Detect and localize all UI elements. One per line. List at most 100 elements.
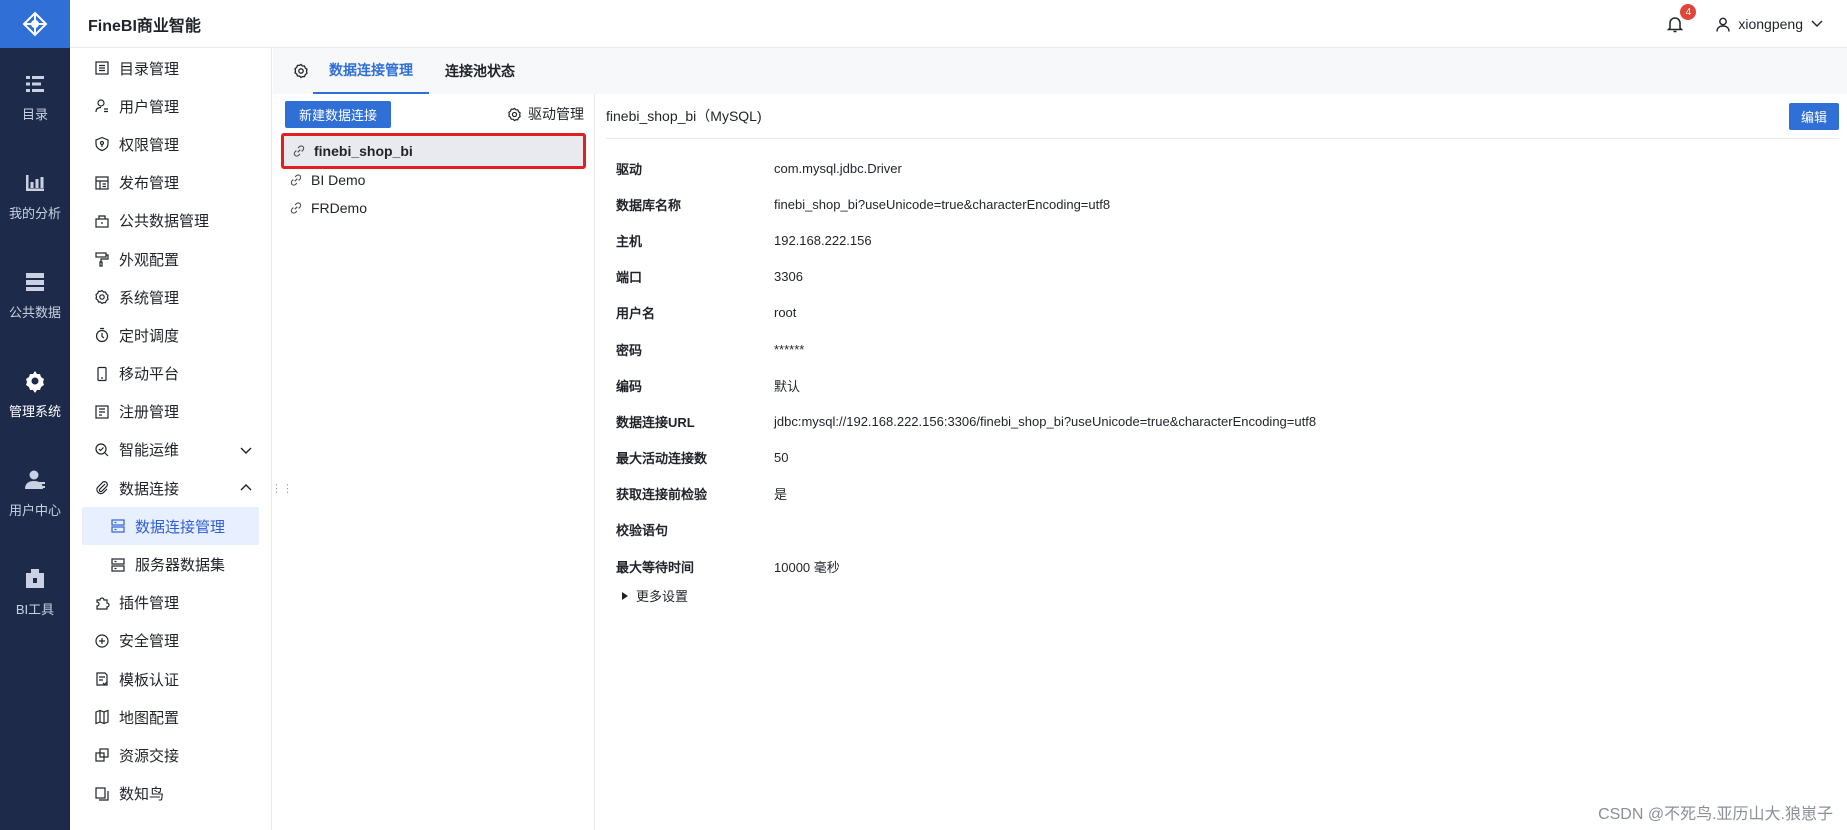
menu-item-catalog-management[interactable]: 目录管理	[70, 49, 271, 87]
driver-management-label: 驱动管理	[528, 106, 584, 122]
tab-connection-pool-status[interactable]: 连接池状态	[429, 48, 531, 94]
menu-item-label: 移动平台	[119, 366, 180, 384]
connection-list-panel: 新建数据连接 驱动管理 finebi_shop_bi BI Demo FRDem…	[273, 94, 595, 830]
connection-item-frdemo[interactable]: FRDemo	[281, 192, 586, 224]
menu-item-label: 系统管理	[119, 289, 180, 307]
menu-item-label: 插件管理	[119, 595, 180, 613]
database-icon	[94, 213, 110, 229]
rail-item-catalog[interactable]: 目录	[0, 48, 70, 147]
menu-item-user-management[interactable]: 用户管理	[70, 87, 271, 125]
menu-item-label: 权限管理	[119, 136, 180, 154]
rail-item-label: 目录	[21, 107, 48, 122]
menu-item-permission-management[interactable]: 权限管理	[70, 125, 271, 163]
menu-item-security-management[interactable]: 安全管理	[70, 622, 271, 660]
field-value: 192.168.222.156	[774, 232, 872, 248]
handover-icon	[94, 747, 110, 763]
menu-item-public-data-management[interactable]: 公共数据管理	[70, 202, 271, 240]
field-row: 获取连接前检验 是	[616, 476, 1316, 512]
copy-icon	[94, 786, 110, 802]
username: xiongpeng	[1738, 16, 1803, 32]
chevron-up-icon	[239, 481, 253, 495]
tab-data-connection-management[interactable]: 数据连接管理	[313, 48, 429, 94]
rail-item-bi-tools[interactable]: BI工具	[0, 543, 70, 642]
certificate-icon	[94, 671, 110, 687]
menu-item-intelligent-ops[interactable]: 智能运维	[70, 431, 271, 469]
new-connection-button[interactable]: 新建数据连接	[285, 101, 392, 128]
app-title: FineBI商业智能	[88, 17, 201, 35]
menu-item-label: 定时调度	[119, 327, 180, 345]
server-icon	[110, 557, 126, 573]
user-icon	[94, 98, 110, 114]
menu-item-publish-management[interactable]: 发布管理	[70, 164, 271, 202]
shield-icon	[94, 136, 110, 152]
connection-name: BI Demo	[311, 172, 366, 188]
menu-item-appearance-config[interactable]: 外观配置	[70, 240, 271, 278]
field-key: 数据库名称	[616, 197, 682, 213]
rail-item-user-center[interactable]: 用户中心	[0, 444, 70, 543]
menu-item-scheduled-tasks[interactable]: 定时调度	[70, 316, 271, 354]
field-row: 主机 192.168.222.156	[616, 222, 1316, 258]
field-row: 密码 ******	[616, 331, 1316, 367]
field-key: 获取连接前检验	[616, 487, 708, 503]
notification-button[interactable]: 4	[1664, 4, 1697, 35]
top-header: FineBI商业智能 4 xiongpeng	[70, 0, 1847, 48]
rail-item-public-data[interactable]: 公共数据	[0, 246, 70, 345]
menu-item-server-dataset[interactable]: 服务器数据集	[70, 545, 271, 583]
rail-item-label: 管理系统	[8, 404, 61, 419]
user-icon	[1716, 17, 1731, 32]
field-row: 最大等待时间 10000 毫秒	[616, 548, 1316, 584]
ops-icon	[94, 442, 110, 458]
field-value: 50	[774, 450, 789, 466]
menu-item-map-config[interactable]: 地图配置	[70, 698, 271, 736]
field-key: 数据连接URL	[616, 414, 695, 430]
menu-item-template-certification[interactable]: 模板认证	[70, 660, 271, 698]
field-row: 用户名 root	[616, 295, 1316, 331]
mobile-icon	[94, 366, 110, 382]
drag-handle-icon[interactable]: ⋮⋮	[271, 484, 293, 503]
settings-icon[interactable]	[289, 48, 313, 94]
menu-item-label: 模板认证	[119, 671, 180, 689]
settings-icon	[94, 289, 110, 305]
field-key: 最大等待时间	[616, 559, 695, 575]
logo-icon[interactable]	[0, 0, 70, 48]
field-row: 数据库名称 finebi_shop_bi?useUnicode=true&char…	[616, 186, 1316, 222]
user-menu[interactable]: xiongpeng	[1716, 16, 1823, 32]
menu-item-label: 安全管理	[119, 633, 180, 651]
menu-item-resource-handover[interactable]: 资源交接	[70, 736, 271, 774]
field-key: 最大活动连接数	[616, 451, 708, 467]
menu-item-mobile-platform[interactable]: 移动平台	[70, 355, 271, 393]
menu-item-data-connection[interactable]: 数据连接	[70, 469, 271, 507]
link-icon	[293, 145, 305, 157]
more-settings-label: 更多设置	[636, 589, 689, 604]
connection-name: FRDemo	[311, 200, 368, 216]
edit-button[interactable]: 编辑	[1788, 102, 1839, 130]
rail-item-my-analysis[interactable]: 我的分析	[0, 147, 70, 246]
menu-item-data-connection-management[interactable]: 数据连接管理	[82, 507, 259, 546]
menu-item-label: 发布管理	[119, 175, 180, 193]
field-value: jdbc:mysql://192.168.222.156:3306/finebi…	[774, 413, 1317, 429]
link-icon	[290, 202, 302, 214]
field-key: 驱动	[616, 161, 643, 177]
menu-item-registration-management[interactable]: 注册管理	[70, 393, 271, 431]
icon-rail: 目录 我的分析 公共数据 管理系统 用户中心 BI工具	[0, 0, 70, 830]
watermark: CSDN @不死鸟.亚历山大.狼崽子	[1598, 806, 1833, 823]
menu-item-system-management[interactable]: 系统管理	[70, 278, 271, 316]
paint-roller-icon	[94, 251, 110, 267]
rail-item-management[interactable]: 管理系统	[0, 345, 70, 444]
more-settings-toggle[interactable]: 更多设置	[622, 586, 688, 605]
menu-item-label: 注册管理	[119, 404, 180, 422]
menu-item-plugin-management[interactable]: 插件管理	[70, 584, 271, 622]
field-row: 最大活动连接数 50	[616, 440, 1316, 476]
driver-management-button[interactable]: 驱动管理	[507, 104, 584, 124]
menu-item-shuzhiniao[interactable]: 数知鸟	[70, 775, 271, 813]
chevron-down-icon	[239, 443, 253, 457]
field-key: 用户名	[616, 306, 656, 322]
field-key: 密码	[616, 342, 643, 358]
management-menu: 目录管理 用户管理 权限管理 发布管理 公共数据管理 外观配置 系统管理 定时调…	[70, 48, 272, 830]
field-value: 10000 毫秒	[774, 559, 840, 575]
field-row: 校验语句	[616, 512, 1316, 548]
connection-detail-panel: finebi_shop_bi（MySQL) 编辑 驱动 com.mysql.jdb…	[596, 94, 1847, 830]
rail-item-label: BI工具	[15, 602, 55, 617]
menu-item-label: 数知鸟	[119, 786, 165, 804]
gear-icon	[508, 107, 521, 121]
